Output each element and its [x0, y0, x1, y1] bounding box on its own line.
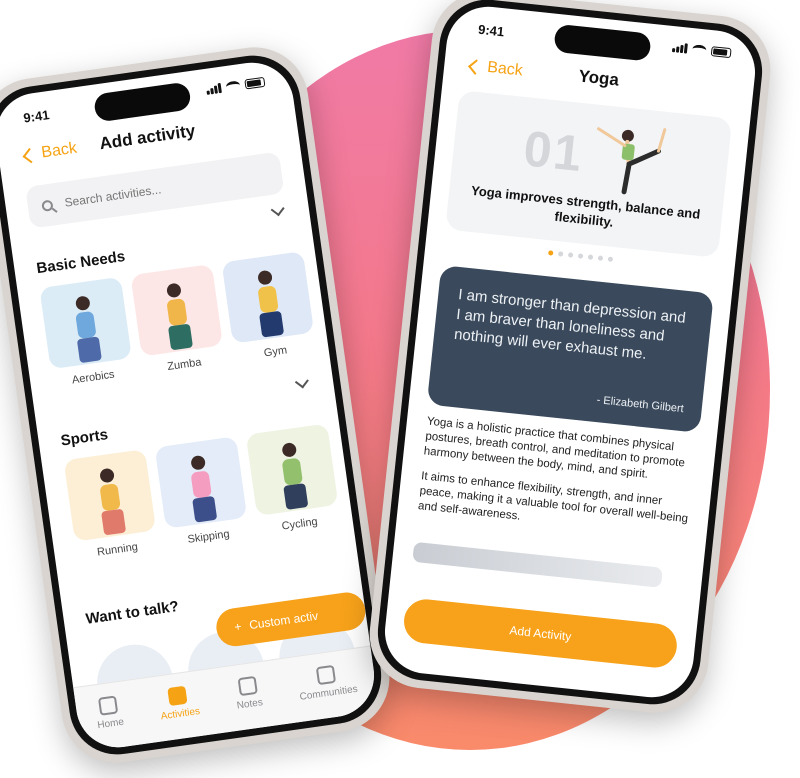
yoga-pose-illustration	[596, 127, 667, 195]
activity-label: Cycling	[280, 515, 319, 533]
description: Yoga is a holistic practice that combine…	[416, 414, 696, 552]
status-time: 9:41	[22, 107, 51, 126]
notes-icon	[237, 675, 258, 697]
status-icons	[206, 76, 266, 95]
activity-label: Skipping	[186, 528, 231, 546]
dynamic-island	[553, 23, 652, 62]
tab-label: Communities	[299, 683, 359, 703]
signal-icon	[206, 82, 222, 95]
activity-card[interactable]: Running	[63, 449, 159, 561]
section-title-sports: Sports	[59, 426, 110, 450]
activity-illustration	[130, 263, 224, 357]
chevron-down-icon[interactable]	[270, 202, 285, 217]
tab-label: Activities	[160, 705, 201, 723]
communities-icon	[315, 664, 337, 686]
phone-yoga-detail: 9:41 Back Yoga 01 Yoga improves strength…	[364, 0, 776, 718]
quote-text: I am stronger than depression and I am b…	[453, 286, 687, 363]
activity-illustration	[39, 276, 132, 370]
custom-activity-label: Custom activ	[248, 608, 319, 633]
activity-illustration	[154, 436, 248, 529]
sports-list: Running Skipping Cycling	[63, 423, 342, 561]
tab-communities[interactable]: Communities	[296, 662, 358, 703]
activity-card[interactable]: Skipping	[154, 436, 250, 548]
activity-card[interactable]: Cycling	[245, 423, 341, 535]
search-icon	[41, 199, 54, 212]
activity-label: Zumba	[166, 356, 203, 374]
search-input[interactable]	[61, 166, 266, 211]
dynamic-island	[92, 81, 192, 123]
tip-number: 01	[521, 120, 587, 183]
activity-label: Running	[96, 541, 139, 559]
quote-author: - Elizabeth Gilbert	[596, 394, 685, 416]
status-icons	[671, 42, 732, 59]
tab-activities[interactable]: Activities	[157, 684, 201, 722]
activity-label: Gym	[263, 344, 288, 360]
signal-icon	[671, 42, 688, 54]
activity-card[interactable]: Aerobics	[39, 276, 134, 389]
activities-icon	[167, 685, 188, 706]
activity-label: Aerobics	[71, 368, 116, 387]
activity-illustration	[221, 251, 315, 344]
want-to-talk-title: Want to talk?	[84, 597, 180, 628]
section-title-basic-needs: Basic Needs	[35, 247, 127, 278]
tab-home[interactable]: Home	[94, 695, 125, 731]
yoga-screen: 9:41 Back Yoga 01 Yoga improves strength…	[380, 2, 760, 702]
chevron-down-icon[interactable]	[294, 374, 309, 389]
battery-icon	[710, 46, 732, 59]
search-bar[interactable]	[25, 151, 285, 229]
tab-notes[interactable]: Notes	[233, 675, 264, 712]
activity-illustration	[63, 449, 157, 542]
quote-card: I am stronger than depression and I am b…	[426, 265, 714, 433]
add-activity-button[interactable]: Add Activity	[401, 597, 679, 670]
tab-label: Notes	[236, 697, 264, 712]
wifi-icon	[691, 44, 707, 56]
wifi-icon	[225, 80, 241, 93]
image-preview-strip	[412, 541, 663, 588]
basic-needs-list: Aerobics Zumba Gym	[39, 251, 317, 389]
activity-illustration	[245, 423, 339, 517]
activity-card[interactable]: Gym	[221, 251, 317, 363]
home-icon	[97, 695, 119, 716]
activity-card[interactable]: Zumba	[130, 263, 225, 376]
battery-icon	[244, 76, 266, 90]
status-time: 9:41	[477, 21, 505, 40]
tip-card: 01 Yoga improves strength, balance and f…	[445, 90, 733, 258]
tab-label: Home	[96, 716, 125, 732]
plus-icon: +	[233, 619, 243, 635]
